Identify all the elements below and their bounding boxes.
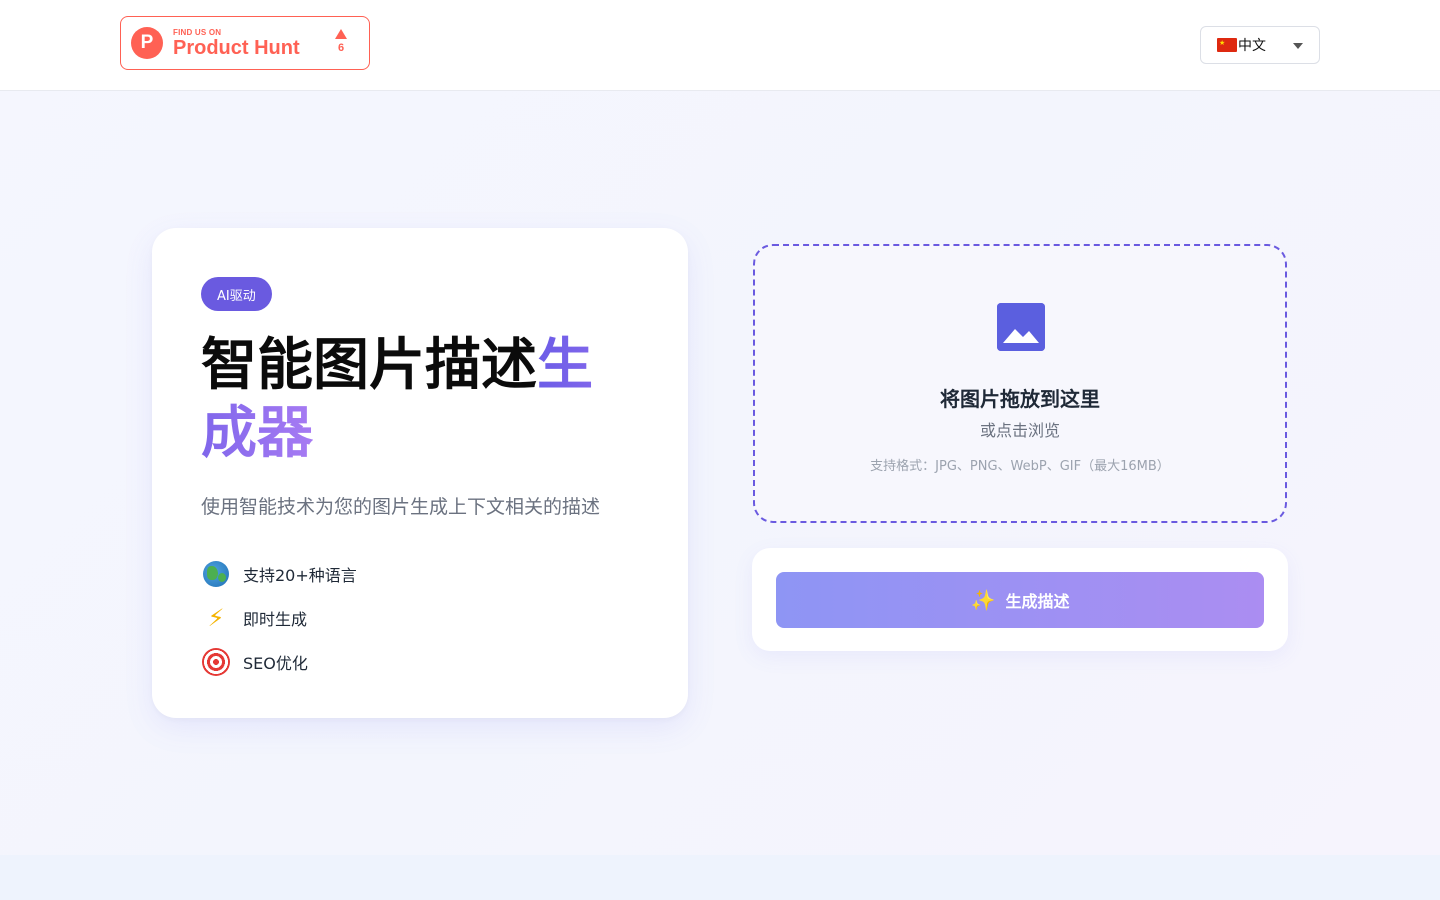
ai-badge: AI驱动	[201, 277, 272, 311]
title-main: 智能图片描述	[201, 333, 537, 398]
language-label: 中文	[1238, 38, 1266, 54]
upvote-counter: 6	[335, 29, 347, 54]
dropzone-title: 将图片拖放到这里	[940, 387, 1100, 411]
product-hunt-text: FIND US ON Product Hunt	[173, 28, 300, 59]
upvote-arrow-icon	[335, 29, 347, 39]
hero-subtitle: 使用智能技术为您的图片生成上下文相关的描述	[201, 496, 601, 518]
product-hunt-small-text: FIND US ON	[173, 27, 222, 37]
action-card: ✨ 生成描述	[752, 548, 1288, 651]
top-header: P FIND US ON Product Hunt 6 中文	[0, 0, 1440, 91]
language-select[interactable]: 中文	[1200, 26, 1320, 64]
target-icon	[201, 647, 231, 677]
sparkle-icon: ✨	[970, 588, 996, 612]
feature-label: SEO优化	[243, 654, 308, 673]
page-title: 智能图片描述生成器	[201, 332, 621, 468]
footer-band	[0, 855, 1440, 900]
upvote-count: 6	[337, 42, 345, 54]
cn-flag-icon	[1217, 38, 1237, 52]
product-hunt-name: Product Hunt	[173, 36, 300, 59]
feature-label: 即时生成	[243, 610, 308, 629]
generate-button-label: 生成描述	[1005, 592, 1070, 611]
chevron-down-icon	[1293, 43, 1303, 49]
product-hunt-logo-icon: P	[131, 27, 163, 59]
image-dropzone[interactable]: 将图片拖放到这里 或点击浏览 支持格式：JPG、PNG、WebP、GIF（最大1…	[753, 244, 1287, 523]
supported-formats: 支持格式：JPG、PNG、WebP、GIF（最大16MB）	[870, 459, 1170, 474]
feature-item: 支持20+种语言	[201, 552, 357, 596]
generate-description-button[interactable]: ✨ 生成描述	[776, 572, 1264, 628]
feature-list: 支持20+种语言 ⚡ 即时生成 SEO优化	[201, 552, 357, 684]
product-hunt-badge[interactable]: P FIND US ON Product Hunt 6	[120, 16, 370, 70]
globe-icon	[201, 559, 231, 589]
feature-label: 支持20+种语言	[243, 566, 357, 585]
lightning-icon: ⚡	[207, 604, 225, 632]
browse-link[interactable]: 或点击浏览	[755, 417, 1285, 441]
hero-card: AI驱动 智能图片描述生成器 使用智能技术为您的图片生成上下文相关的描述 支持2…	[152, 228, 688, 718]
feature-item: SEO优化	[201, 640, 357, 684]
feature-item: ⚡ 即时生成	[201, 596, 357, 640]
image-icon	[997, 303, 1045, 351]
